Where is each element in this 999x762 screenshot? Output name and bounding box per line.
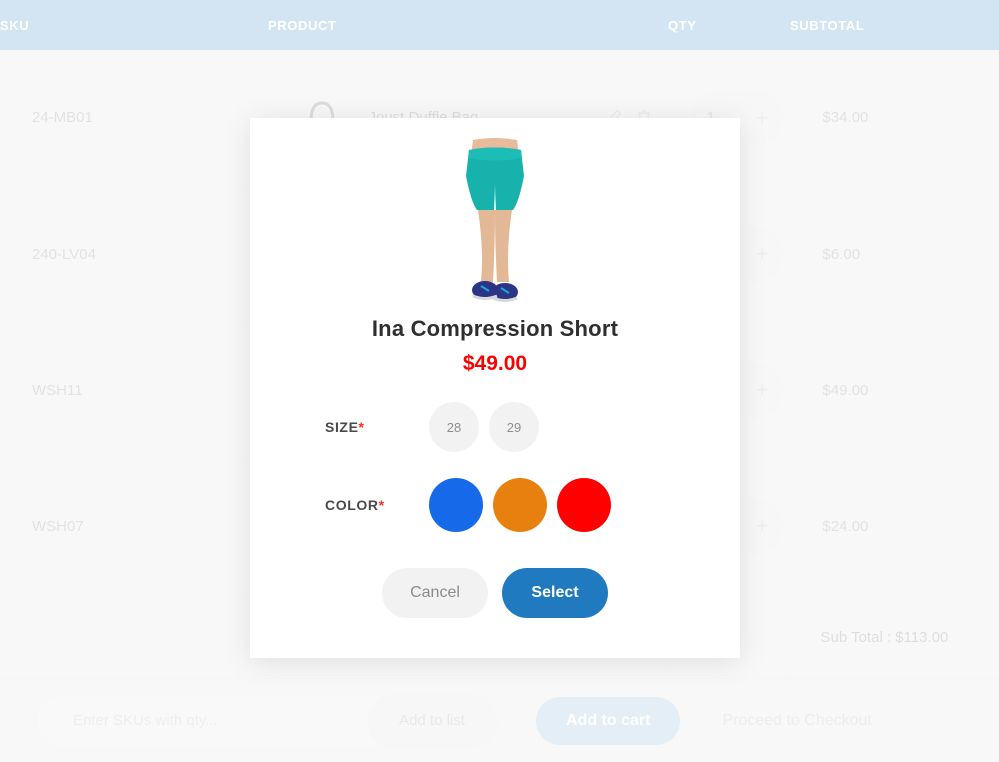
size-swatches: 28 29 — [429, 402, 539, 452]
required-asterisk: * — [378, 497, 385, 513]
size-option-28[interactable]: 28 — [429, 402, 479, 452]
cell-sku: 24-MB01 — [0, 50, 269, 187]
add-to-list-button[interactable]: Add to list — [367, 693, 497, 748]
color-option-blue[interactable] — [429, 478, 483, 532]
size-option-row: SIZE* 28 29 — [325, 402, 665, 452]
cell-sku: 240-LV04 — [0, 186, 269, 323]
plus-icon[interactable]: + — [756, 515, 769, 537]
cart-table-header: SKU PRODUCT QTY SUBTOTAL — [0, 0, 999, 50]
cancel-button[interactable]: Cancel — [382, 568, 488, 618]
color-option-red[interactable] — [557, 478, 611, 532]
sku-entry-group: Add to list — [36, 693, 498, 748]
ina-compression-short-image — [395, 138, 595, 306]
column-header-product: PRODUCT — [268, 0, 668, 50]
plus-icon[interactable]: + — [756, 106, 769, 129]
size-label: SIZE* — [325, 419, 429, 435]
cell-subtotal: $24.00 — [790, 458, 999, 595]
plus-icon[interactable]: + — [756, 243, 769, 265]
select-button[interactable]: Select — [502, 568, 608, 618]
cell-subtotal: $49.00 — [790, 322, 999, 459]
color-swatches — [429, 478, 611, 532]
add-to-cart-button[interactable]: Add to cart — [536, 696, 681, 745]
table-header-row: SKU PRODUCT QTY SUBTOTAL — [0, 0, 999, 50]
cell-sku: WSH07 — [0, 458, 269, 595]
size-option-29[interactable]: 29 — [489, 402, 539, 452]
sub-total-label: Sub Total : $113.00 — [790, 594, 999, 681]
totals-spacer — [0, 594, 269, 681]
search-input[interactable] — [37, 712, 367, 729]
cell-subtotal: $6.00 — [790, 186, 999, 323]
order-page: SKU PRODUCT QTY SUBTOTAL 24-MB01 + $34.0… — [0, 0, 999, 762]
column-header-subtotal: SUBTOTAL — [790, 0, 999, 50]
color-option-orange[interactable] — [493, 478, 547, 532]
cell-sku: WSH11 — [0, 322, 269, 459]
bottom-action-bar: Add to list Add to cart Proceed to Check… — [0, 678, 999, 762]
color-option-row: COLOR* — [325, 478, 665, 532]
cell-subtotal: $34.00 — [790, 50, 999, 187]
required-asterisk: * — [358, 419, 365, 435]
color-label: COLOR* — [325, 497, 429, 513]
page-title: Ina Compression Short — [371, 316, 619, 341]
color-label-text: COLOR — [325, 497, 379, 513]
modal-action-buttons: Cancel Select — [382, 568, 608, 618]
proceed-to-checkout-button[interactable]: Proceed to Checkout — [692, 696, 902, 745]
product-price: $49.00 — [462, 352, 528, 375]
product-options-modal: Ina Compression Short $49.00 SIZE* 28 29… — [250, 118, 740, 658]
plus-icon[interactable]: + — [756, 379, 769, 401]
column-header-sku: SKU — [0, 0, 268, 50]
size-label-text: SIZE — [325, 419, 359, 435]
column-header-qty: QTY — [668, 0, 790, 50]
